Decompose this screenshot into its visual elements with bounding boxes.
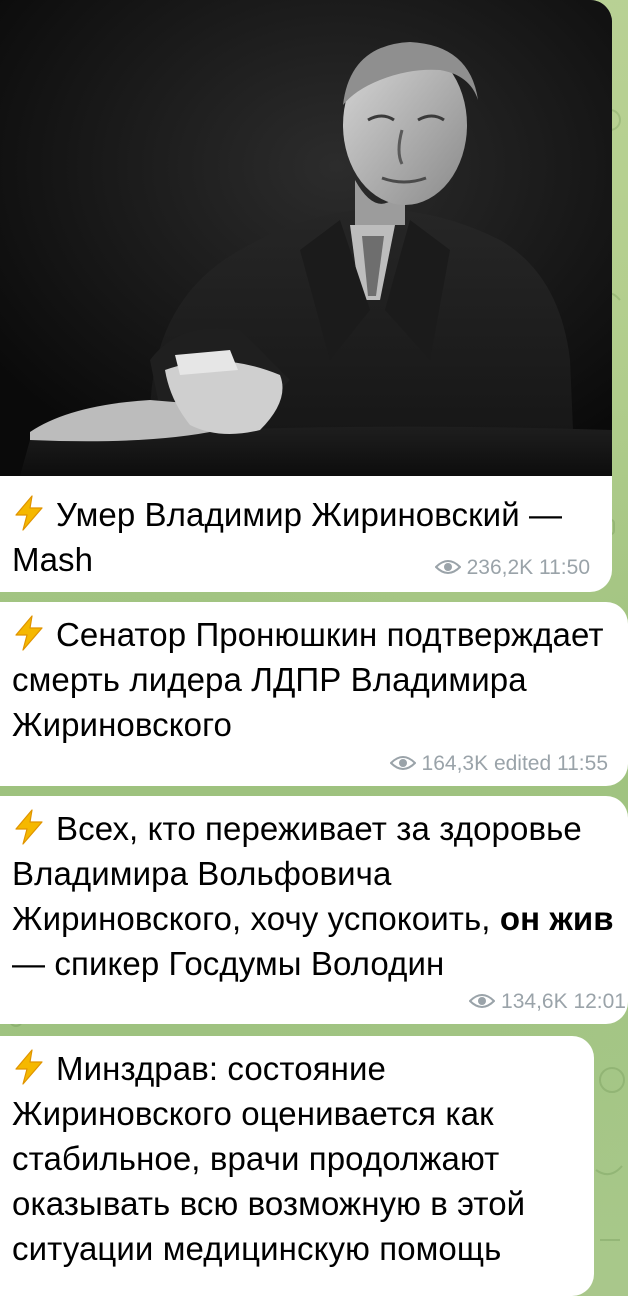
message-text-4-content: Минздрав: состояние Жириновского оценива… (12, 1050, 526, 1267)
message-bubble-3[interactable]: Всех, кто переживает за здоровье Владими… (0, 796, 628, 1024)
message-bubble-2[interactable]: Сенатор Пронюшкин подтверждает смерть ли… (0, 602, 628, 786)
message-bubble-1[interactable]: Умер Владимир Жириновский — Mash 236,2K … (0, 0, 612, 592)
views-count-2: 164,3K (421, 752, 489, 775)
message-photo[interactable] (0, 0, 612, 476)
message-time-3: 12:01 (573, 990, 626, 1013)
message-time-2: 11:55 (557, 752, 608, 775)
views-count-3: 134,6K (501, 990, 568, 1013)
edited-label-2: edited (493, 752, 552, 775)
high-voltage-emoji-icon (12, 1049, 46, 1085)
views-count-1: 236,2K (466, 556, 534, 579)
message-text-3-bold: он жив (499, 900, 614, 937)
message-text-4: Минздрав: состояние Жириновского оценива… (12, 1046, 574, 1271)
message-bubble-4[interactable]: Минздрав: состояние Жириновского оценива… (0, 1036, 594, 1296)
eye-icon (389, 753, 416, 770)
message-time-1: 11:50 (539, 556, 590, 579)
eye-icon (434, 557, 462, 574)
high-voltage-emoji-icon (12, 615, 46, 651)
high-voltage-emoji-icon (12, 809, 46, 845)
message-meta-1: 236,2K 11:50 (434, 556, 590, 580)
message-text-3-content: Всех, кто переживает за здоровье Владими… (12, 810, 582, 937)
portrait-photo-image (0, 0, 612, 476)
eye-icon (468, 991, 496, 1008)
message-text-2-content: Сенатор Пронюшкин подтверждает смерть ли… (12, 616, 604, 743)
high-voltage-emoji-icon (12, 495, 46, 531)
message-meta-3: 134,6K 12:01 (468, 990, 626, 1014)
message-meta-2: 164,3K edited 11:55 (389, 752, 608, 776)
message-text-3: Всех, кто переживает за здоровье Владими… (12, 806, 618, 986)
message-text-3-after: — спикер Госдумы Володин (12, 945, 445, 982)
message-text-2: Сенатор Пронюшкин подтверждает смерть ли… (12, 612, 618, 747)
